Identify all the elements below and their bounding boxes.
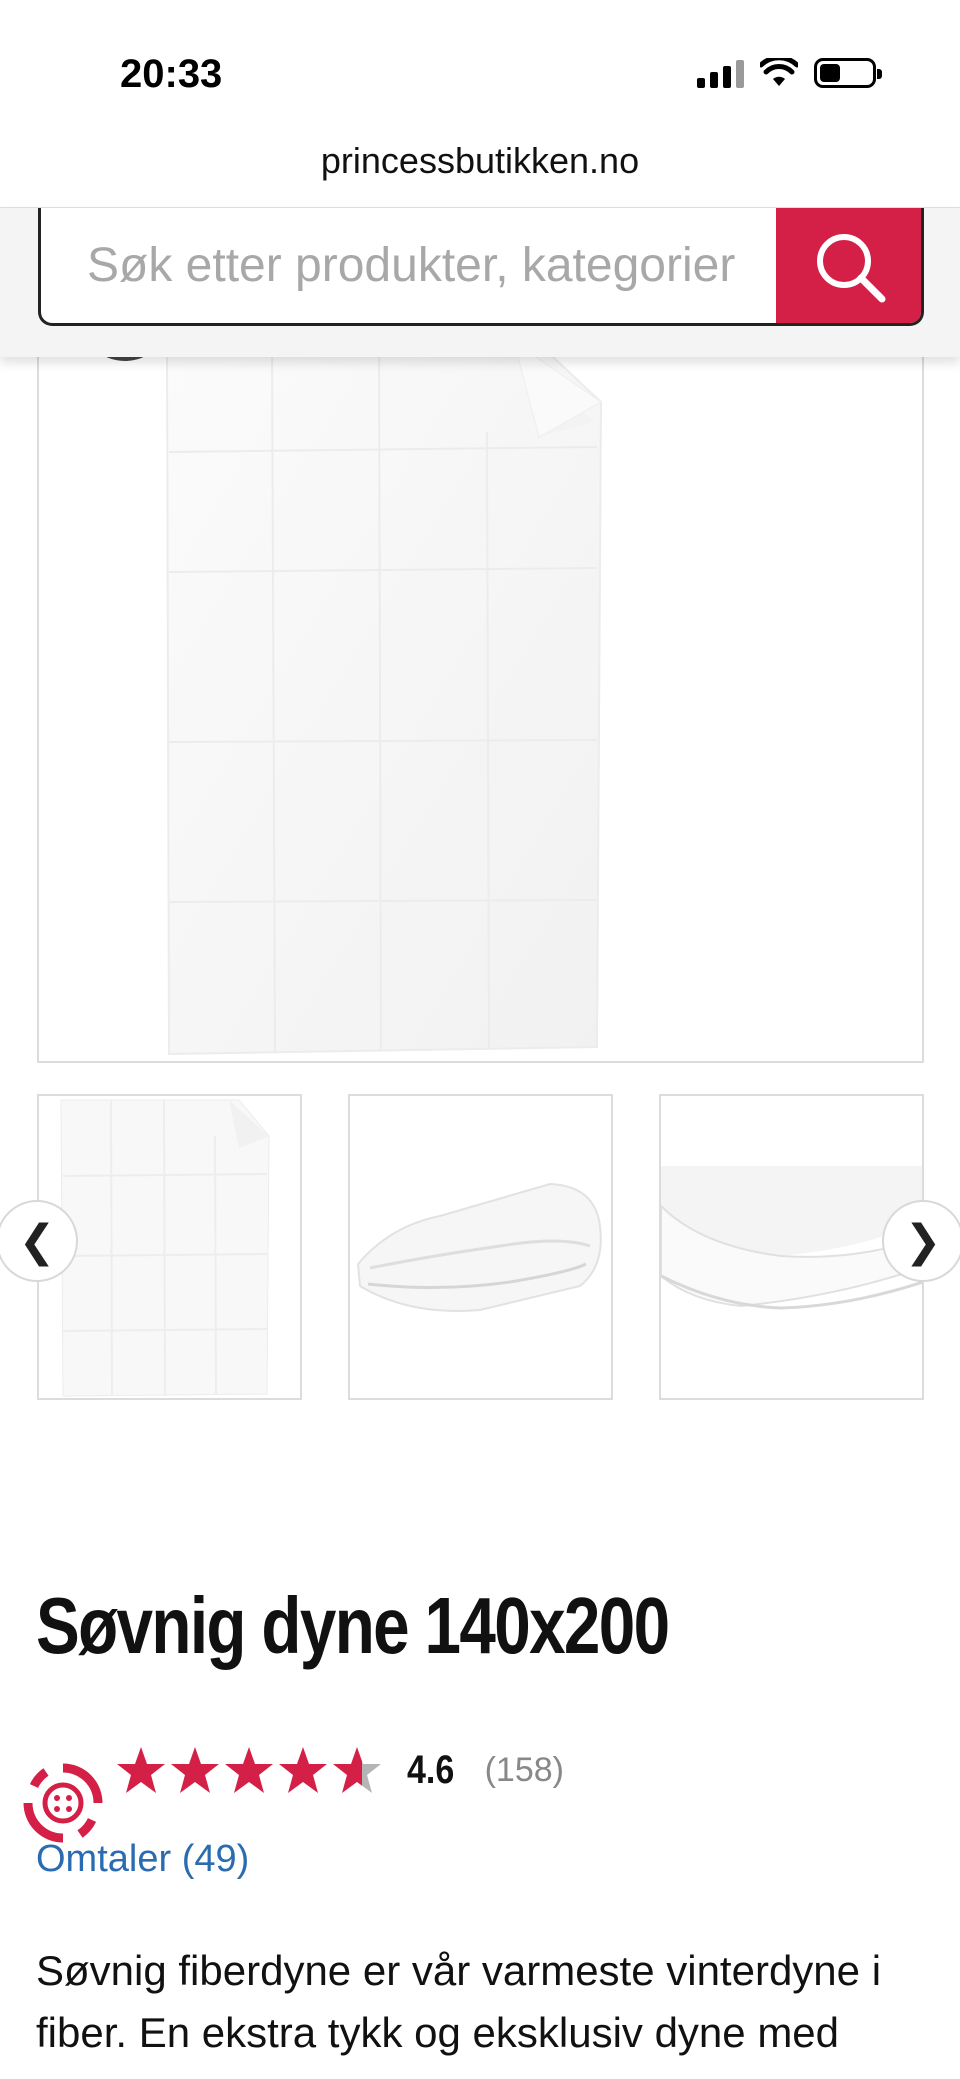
gallery-next-button[interactable]: ❯: [882, 1200, 960, 1282]
trusted-shop-badge[interactable]: [22, 1762, 104, 1844]
duvet-image: [165, 342, 603, 1056]
status-bar: 20:33 princessbutikken.no: [0, 0, 960, 181]
product-title: Søvnig dyne 140x200: [36, 1581, 670, 1670]
rating-row[interactable]: 4.6 (158): [115, 1745, 564, 1795]
search-input[interactable]: [41, 208, 781, 323]
star-icon: [333, 1747, 381, 1793]
status-time: 20:33: [120, 52, 223, 96]
star-icon: [225, 1747, 273, 1793]
search-header: [0, 207, 960, 357]
search-box: [38, 208, 924, 326]
rating-value: 4.6: [407, 1747, 455, 1792]
battery-icon: [814, 58, 882, 88]
status-icons: [697, 58, 882, 88]
thumbnail-duvet-folded[interactable]: [348, 1094, 613, 1400]
wifi-icon: [760, 58, 798, 86]
product-main-image[interactable]: [37, 340, 924, 1063]
product-description: Søvnig fiberdyne er vår varmeste vinterd…: [36, 1947, 882, 2056]
star-icon: [279, 1747, 327, 1793]
search-icon: [817, 234, 886, 303]
star-icon: [171, 1747, 219, 1793]
thumbnail-strip: [37, 1094, 924, 1400]
search-button[interactable]: [776, 208, 921, 323]
url-bar[interactable]: princessbutikken.no: [0, 140, 960, 182]
cellular-signal-icon: [697, 58, 744, 88]
reviews-link[interactable]: Omtaler (49): [36, 1838, 249, 1881]
star-icon: [117, 1747, 165, 1793]
rating-count: (158): [484, 1750, 564, 1789]
rating-stars: [115, 1745, 383, 1795]
